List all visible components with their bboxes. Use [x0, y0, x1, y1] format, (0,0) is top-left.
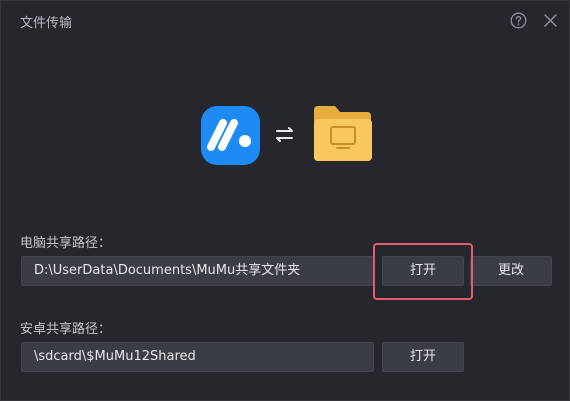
window-title: 文件传输	[20, 16, 73, 31]
pc-change-button[interactable]: 更改	[470, 256, 552, 286]
android-share-path-field[interactable]: \sdcard\$MuMu12Shared	[21, 342, 374, 372]
close-icon[interactable]	[542, 12, 559, 29]
help-icon[interactable]	[510, 12, 527, 29]
shared-folder-icon	[314, 106, 372, 161]
mumu-logo-icon	[201, 106, 260, 165]
pc-open-button[interactable]: 打开	[382, 256, 464, 286]
file-transfer-dialog: 文件传输 电脑共享路径： D:\UserData\Documents\MuMu共…	[0, 0, 570, 401]
android-open-button[interactable]: 打开	[382, 342, 464, 372]
pc-share-label: 电脑共享路径：	[20, 236, 112, 251]
android-share-label: 安卓共享路径：	[20, 322, 112, 337]
pc-share-path-field[interactable]: D:\UserData\Documents\MuMu共享文件夹	[21, 256, 374, 286]
transfer-illustration	[201, 103, 373, 165]
title-bar: 文件传输	[1, 1, 569, 41]
swap-arrows-icon	[276, 127, 293, 142]
